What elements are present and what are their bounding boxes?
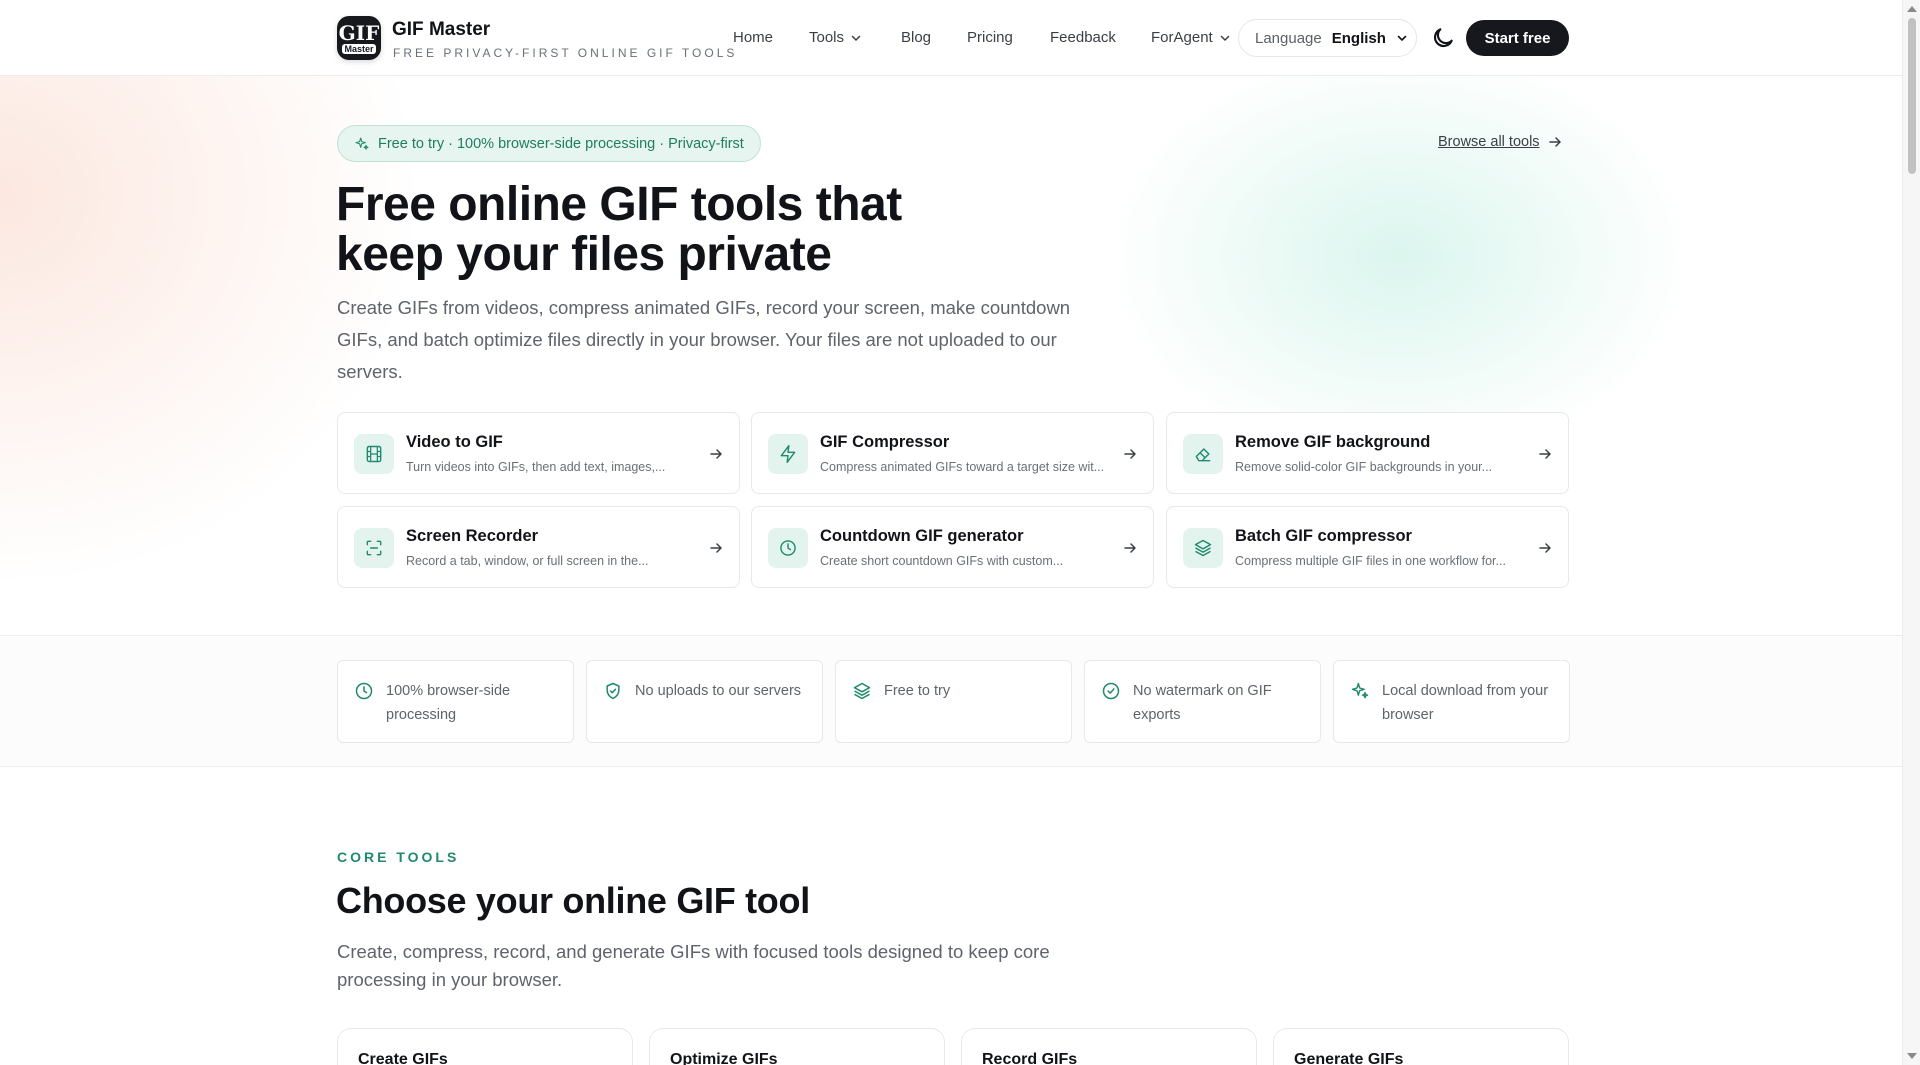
- feature-no-watermark: No watermark on GIF exports: [1084, 660, 1321, 743]
- nav-blog[interactable]: Blog: [901, 29, 931, 46]
- browse-all-tools-link[interactable]: Browse all tools: [1438, 134, 1562, 150]
- tool-description: Compress multiple GIF files in one workf…: [1235, 554, 1506, 568]
- nav-pricing-label: Pricing: [967, 29, 1013, 46]
- core-tools-description: Create, compress, record, and generate G…: [337, 941, 1050, 990]
- language-label: Language: [1255, 29, 1322, 47]
- tool-card-gif-compressor[interactable]: GIF Compressor Compress animated GIFs to…: [751, 412, 1154, 494]
- chevron-down-icon: [1220, 35, 1229, 41]
- tool-title: GIF Compressor: [820, 433, 950, 451]
- nav-tools-label: Tools: [809, 29, 845, 46]
- sparkle-icon: [1351, 682, 1369, 699]
- tool-card-countdown-generator[interactable]: Countdown GIF generator Create short cou…: [751, 506, 1154, 588]
- feature-browser-side: 100% browser-side processing: [337, 660, 574, 743]
- chevron-down-icon: [851, 35, 861, 41]
- moon-icon[interactable]: [1430, 25, 1456, 51]
- eraser-icon: [1183, 434, 1223, 474]
- feature-no-uploads: No uploads to our servers: [586, 660, 823, 743]
- logo-subtext: Master: [342, 43, 376, 54]
- arrow-right-icon: [710, 543, 722, 553]
- arrow-right-icon: [710, 449, 722, 459]
- tool-card-remove-background[interactable]: Remove GIF background Remove solid-color…: [1166, 412, 1569, 494]
- hero-section: Free to try · 100% browser-side processi…: [0, 76, 1902, 636]
- feature-text: Free to try: [884, 683, 951, 699]
- scrollbar-thumb[interactable]: [1908, 18, 1916, 174]
- brand-name[interactable]: GIF Master: [392, 19, 490, 41]
- feature-text: No watermark on GIF exports: [1133, 683, 1272, 723]
- sparkle-icon: [355, 136, 369, 150]
- feature-text: 100% browser-side processing: [386, 683, 511, 723]
- logo-text: GIF: [338, 20, 380, 45]
- page-scrollbar[interactable]: [1902, 0, 1920, 1065]
- layers-icon: [1183, 528, 1223, 568]
- scroll-down-icon[interactable]: [1907, 1053, 1917, 1059]
- nav-tools[interactable]: Tools: [809, 29, 862, 46]
- category-card-create[interactable]: Create GIFs: [337, 1028, 633, 1065]
- nav-foragent-label: ForAgent: [1151, 29, 1213, 46]
- arrow-right-icon: [1548, 137, 1561, 147]
- tool-card-batch-compressor[interactable]: Batch GIF compressor Compress multiple G…: [1166, 506, 1569, 588]
- film-icon: [354, 434, 394, 474]
- hero-badge-text: Free to try · 100% browser-side processi…: [378, 135, 744, 152]
- arrow-right-icon: [1539, 449, 1551, 459]
- hero-title-line1: Free online GIF tools that: [336, 178, 902, 231]
- category-card-generate[interactable]: Generate GIFs: [1273, 1028, 1569, 1065]
- category-title: Create GIFs: [358, 1051, 448, 1065]
- hero-badge: Free to try · 100% browser-side processi…: [337, 125, 761, 162]
- logo-icon[interactable]: GIF Master: [337, 16, 381, 60]
- tool-title: Video to GIF: [406, 433, 503, 451]
- feature-local-download: Local download from your browser: [1333, 660, 1570, 743]
- arrow-right-icon: [1539, 543, 1551, 553]
- language-value: English: [1331, 29, 1386, 47]
- scroll-up-icon[interactable]: [1907, 6, 1917, 12]
- layers-icon: [853, 682, 871, 700]
- arrow-right-icon: [1124, 449, 1136, 459]
- hero-title-line2: keep your files private: [336, 228, 832, 281]
- tool-description: Turn videos into GIFs, then add text, im…: [406, 460, 666, 474]
- nav-home-label: Home: [733, 29, 774, 46]
- tool-title: Batch GIF compressor: [1235, 527, 1412, 545]
- tool-title: Remove GIF background: [1235, 433, 1431, 451]
- browse-link-label: Browse all tools: [1438, 134, 1540, 150]
- tool-description: Remove solid-color GIF backgrounds in yo…: [1235, 460, 1493, 474]
- arrow-right-icon: [1124, 543, 1136, 553]
- nav-feedback-label: Feedback: [1050, 29, 1116, 46]
- hero-description: Create GIFs from videos, compress animat…: [337, 297, 1071, 382]
- nav-foragent[interactable]: ForAgent: [1151, 29, 1231, 46]
- language-selector[interactable]: Language English: [1238, 19, 1417, 57]
- check-circle-icon: [1102, 682, 1120, 700]
- site-header: GIF Master GIF Master FREE PRIVACY-FIRST…: [0, 0, 1902, 76]
- category-title: Optimize GIFs: [670, 1051, 778, 1065]
- feature-free-to-try: Free to try: [835, 660, 1072, 743]
- start-free-button[interactable]: Start free: [1466, 20, 1569, 56]
- nav-home[interactable]: Home: [733, 29, 773, 46]
- bolt-icon: [768, 434, 808, 474]
- scan-icon: [354, 528, 394, 568]
- category-title: Generate GIFs: [1294, 1051, 1404, 1065]
- category-card-optimize[interactable]: Optimize GIFs: [649, 1028, 945, 1065]
- shield-check-icon: [606, 682, 620, 700]
- tool-title: Screen Recorder: [406, 527, 539, 545]
- category-card-record[interactable]: Record GIFs: [961, 1028, 1257, 1065]
- feature-text: No uploads to our servers: [635, 683, 802, 699]
- brand-tagline: FREE PRIVACY-FIRST ONLINE GIF TOOLS: [393, 46, 738, 60]
- tool-card-screen-recorder[interactable]: Screen Recorder Record a tab, window, or…: [337, 506, 740, 588]
- features-strip: 100% browser-side processing No uploads …: [0, 637, 1902, 767]
- clock-icon: [768, 528, 808, 568]
- tool-description: Compress animated GIFs toward a target s…: [820, 460, 1105, 474]
- tool-description: Record a tab, window, or full screen in …: [406, 554, 649, 568]
- category-title: Record GIFs: [982, 1051, 1078, 1065]
- nav-blog-label: Blog: [901, 29, 932, 46]
- tool-description: Create short countdown GIFs with custom.…: [820, 554, 1064, 568]
- nav-feedback[interactable]: Feedback: [1050, 29, 1116, 46]
- tool-title: Countdown GIF generator: [820, 527, 1024, 545]
- tool-card-video-to-gif[interactable]: Video to GIF Turn videos into GIFs, then…: [337, 412, 740, 494]
- hero-title: Free online GIF tools that keep your fil…: [336, 180, 1036, 280]
- chevron-down-icon: [1397, 35, 1407, 42]
- core-tools-title: Choose your online GIF tool: [336, 880, 810, 921]
- core-tools-label: CORE TOOLS: [337, 849, 460, 865]
- clock-icon: [355, 682, 373, 700]
- feature-text: Local download from your browser: [1382, 683, 1549, 723]
- nav-pricing[interactable]: Pricing: [967, 29, 1013, 46]
